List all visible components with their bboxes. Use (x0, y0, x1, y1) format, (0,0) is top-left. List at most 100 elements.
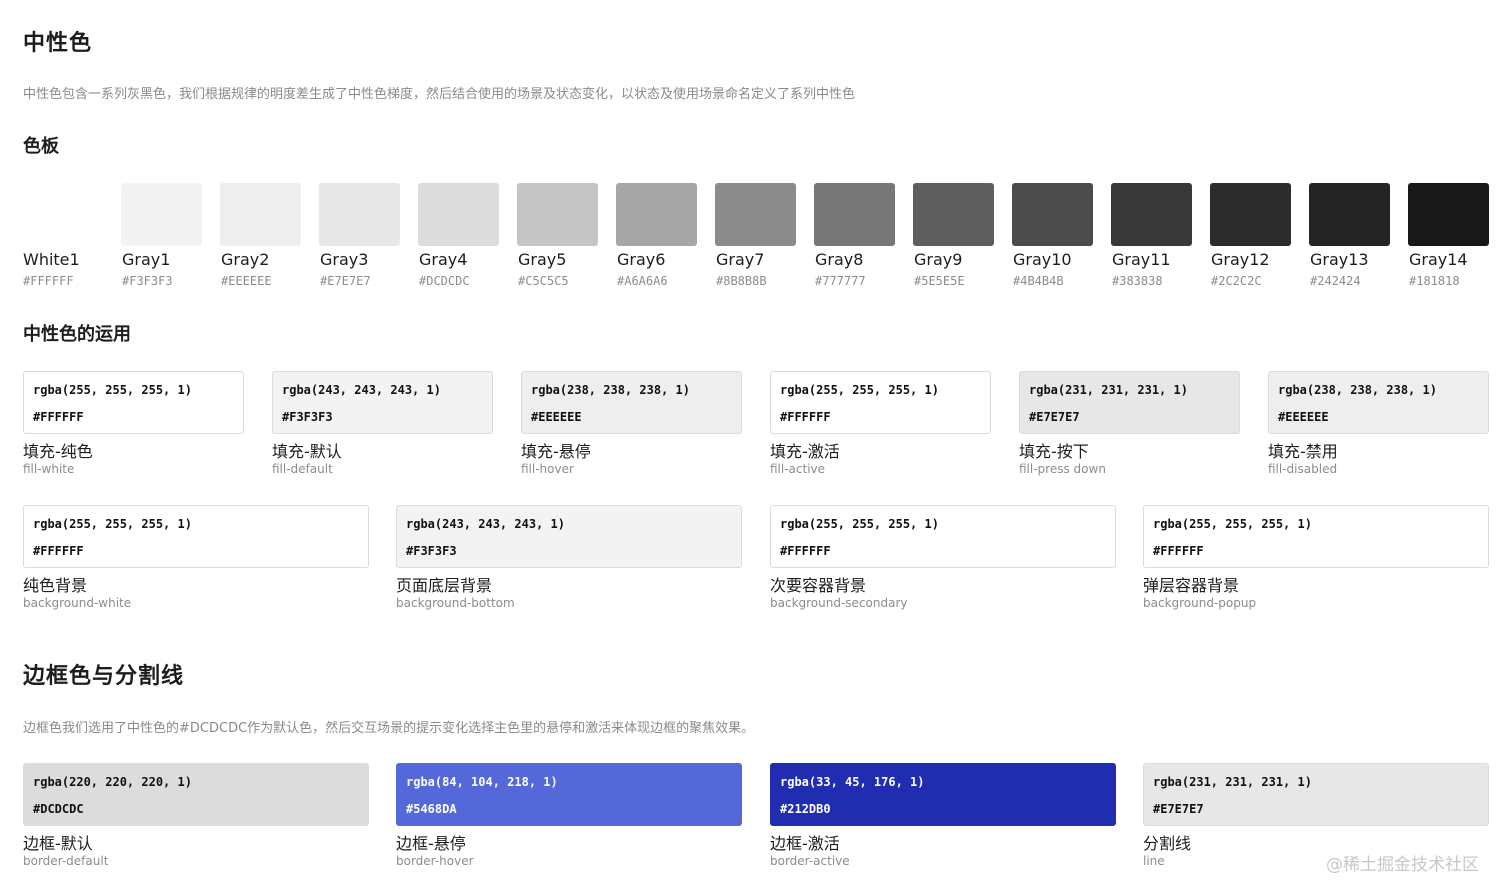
usage-name: 边框-激活 (770, 834, 840, 853)
swatch-hex: #242424 (1310, 274, 1361, 288)
color-hex: #F3F3F3 (282, 410, 333, 424)
color-swatch[interactable] (220, 183, 301, 246)
swatch-hex: #F3F3F3 (122, 274, 173, 288)
swatch-name: Gray2 (221, 250, 270, 269)
swatch-hex: #383838 (1112, 274, 1163, 288)
color-rgba: rgba(84, 104, 218, 1) (406, 775, 558, 789)
swatch-hex: #FFFFFF (23, 274, 74, 288)
color-rgba: rgba(255, 255, 255, 1) (33, 517, 192, 531)
color-card[interactable]: rgba(238, 238, 238, 1) #EEEEEE (1268, 371, 1489, 434)
color-card[interactable]: rgba(238, 238, 238, 1) #EEEEEE (521, 371, 742, 434)
usage-heading: 中性色的运用 (23, 324, 131, 345)
swatch-name: Gray14 (1409, 250, 1468, 269)
usage-token: fill-disabled (1268, 462, 1338, 476)
usage-token: border-hover (396, 854, 474, 868)
color-card[interactable]: rgba(243, 243, 243, 1) #F3F3F3 (396, 505, 742, 568)
usage-token: fill-active (770, 462, 826, 476)
color-card[interactable]: rgba(255, 255, 255, 1) #FFFFFF (23, 505, 369, 568)
color-swatch[interactable] (1012, 183, 1093, 246)
usage-name: 边框-悬停 (396, 834, 466, 853)
usage-name: 次要容器背景 (770, 576, 867, 595)
color-hex: #FFFFFF (780, 410, 831, 424)
usage-token: border-default (23, 854, 109, 868)
usage-token: fill-hover (521, 462, 574, 476)
color-swatch[interactable] (319, 183, 400, 246)
swatch-hex: #EEEEEE (221, 274, 272, 288)
usage-token: fill-default (272, 462, 333, 476)
usage-name: 填充-悬停 (521, 442, 591, 461)
color-swatch[interactable] (1111, 183, 1192, 246)
swatch-hex: #E7E7E7 (320, 274, 371, 288)
color-hex: #FFFFFF (1153, 544, 1204, 558)
color-swatch[interactable] (121, 183, 202, 246)
color-rgba: rgba(255, 255, 255, 1) (780, 383, 939, 397)
color-rgba: rgba(255, 255, 255, 1) (33, 383, 192, 397)
color-hex: #EEEEEE (1278, 410, 1329, 424)
swatch-name: Gray3 (320, 250, 369, 269)
color-card[interactable]: rgba(220, 220, 220, 1) #DCDCDC (23, 763, 369, 826)
color-card[interactable]: rgba(84, 104, 218, 1) #5468DA (396, 763, 742, 826)
swatch-name: Gray10 (1013, 250, 1072, 269)
swatch-name: Gray12 (1211, 250, 1270, 269)
color-hex: #FFFFFF (780, 544, 831, 558)
swatch-name: Gray4 (419, 250, 468, 269)
color-hex: #FFFFFF (33, 410, 84, 424)
border-description: 边框色我们选用了中性色的#DCDCDC作为默认色，然后交互场景的提示变化选择主色… (23, 721, 755, 736)
color-rgba: rgba(243, 243, 243, 1) (406, 517, 565, 531)
color-swatch[interactable] (715, 183, 796, 246)
palette-grid: White1 #FFFFFF Gray1 #F3F3F3 Gray2 #EEEEEE Gra… (0, 0, 1512, 300)
color-hex: #DCDCDC (33, 802, 84, 816)
color-rgba: rgba(238, 238, 238, 1) (1278, 383, 1437, 397)
usage-name: 填充-默认 (272, 442, 342, 461)
color-swatch[interactable] (814, 183, 895, 246)
color-swatch[interactable] (1408, 183, 1489, 246)
color-rgba: rgba(243, 243, 243, 1) (282, 383, 441, 397)
usage-name: 填充-禁用 (1268, 442, 1338, 461)
usage-name: 分割线 (1143, 834, 1192, 853)
color-card[interactable]: rgba(255, 255, 255, 1) #FFFFFF (23, 371, 244, 434)
swatch-name: Gray6 (617, 250, 666, 269)
swatch-name: Gray11 (1112, 250, 1171, 269)
color-hex: #F3F3F3 (406, 544, 457, 558)
color-card[interactable]: rgba(231, 231, 231, 1) #E7E7E7 (1019, 371, 1240, 434)
color-swatch[interactable] (616, 183, 697, 246)
swatch-name: Gray5 (518, 250, 567, 269)
color-card[interactable]: rgba(255, 255, 255, 1) #FFFFFF (1143, 505, 1489, 568)
swatch-hex: #2C2C2C (1211, 274, 1262, 288)
usage-name: 纯色背景 (23, 576, 88, 595)
color-card[interactable]: rgba(243, 243, 243, 1) #F3F3F3 (272, 371, 493, 434)
color-swatch[interactable] (1210, 183, 1291, 246)
usage-token: fill-white (23, 462, 75, 476)
swatch-hex: #DCDCDC (419, 274, 470, 288)
usage-token: line (1143, 854, 1165, 868)
swatch-hex: #181818 (1409, 274, 1460, 288)
color-rgba: rgba(238, 238, 238, 1) (531, 383, 690, 397)
color-card[interactable]: rgba(255, 255, 255, 1) #FFFFFF (770, 505, 1116, 568)
color-hex: #FFFFFF (33, 544, 84, 558)
color-swatch[interactable] (517, 183, 598, 246)
usage-name: 填充-纯色 (23, 442, 93, 461)
usage-name: 填充-按下 (1019, 442, 1089, 461)
swatch-name: White1 (23, 250, 80, 269)
color-card[interactable]: rgba(255, 255, 255, 1) #FFFFFF (770, 371, 991, 434)
swatch-name: Gray1 (122, 250, 171, 269)
swatch-hex: #C5C5C5 (518, 274, 569, 288)
usage-name: 弹层容器背景 (1143, 576, 1240, 595)
color-card[interactable]: rgba(33, 45, 176, 1) #212DB0 (770, 763, 1116, 826)
swatch-name: Gray13 (1310, 250, 1369, 269)
color-swatch[interactable] (913, 183, 994, 246)
color-rgba: rgba(231, 231, 231, 1) (1153, 775, 1312, 789)
swatch-name: Gray7 (716, 250, 765, 269)
color-hex: #212DB0 (780, 802, 831, 816)
usage-token: background-secondary (770, 596, 908, 610)
color-rgba: rgba(220, 220, 220, 1) (33, 775, 192, 789)
swatch-hex: #A6A6A6 (617, 274, 668, 288)
border-heading: 边框色与分割线 (23, 664, 185, 689)
color-card[interactable]: rgba(231, 231, 231, 1) #E7E7E7 (1143, 763, 1489, 826)
color-hex: #EEEEEE (531, 410, 582, 424)
color-swatch[interactable] (418, 183, 499, 246)
swatch-hex: #777777 (815, 274, 866, 288)
color-rgba: rgba(255, 255, 255, 1) (1153, 517, 1312, 531)
color-swatch[interactable] (1309, 183, 1390, 246)
color-hex: #5468DA (406, 802, 457, 816)
